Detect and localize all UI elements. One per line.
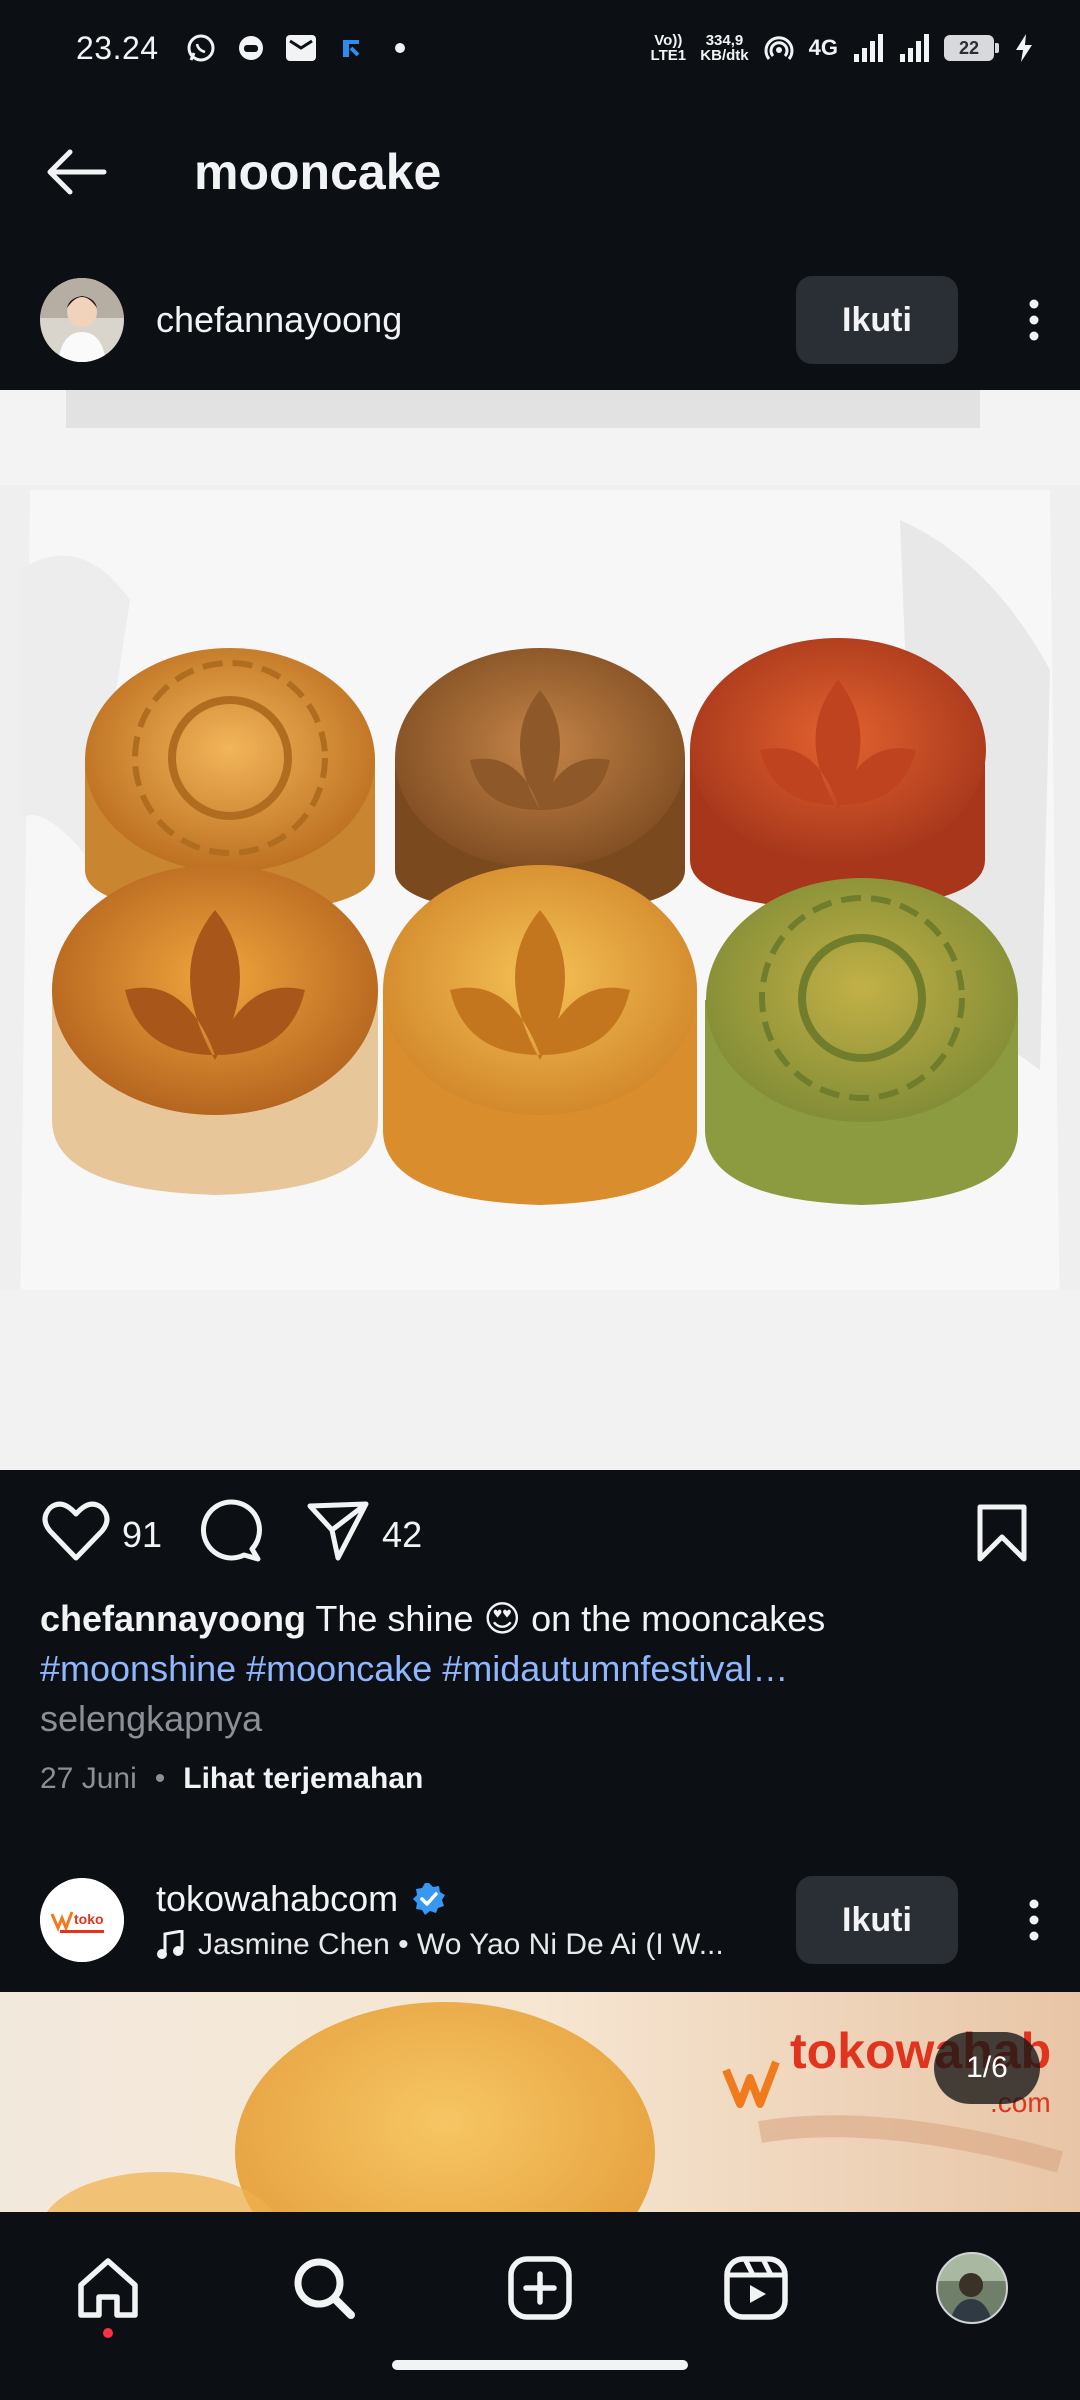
home-notification-dot [103, 2328, 113, 2338]
user-block-1: chefannayoong [156, 299, 402, 341]
blue-app-icon [335, 32, 367, 64]
post-username[interactable]: chefannayoong [156, 299, 402, 341]
like-action: 91 [42, 1500, 162, 1571]
vertical-dots-icon [1029, 1899, 1039, 1941]
post-date: 27 Juni [40, 1762, 137, 1795]
post2-username-text[interactable]: tokowahabcom [156, 1878, 398, 1920]
profile-avatar [936, 2252, 1008, 2324]
avatar-tokowahabcom[interactable]: toko [40, 1878, 124, 1962]
comment-button[interactable] [198, 1498, 263, 1572]
caption-username[interactable]: chefannayoong [40, 1598, 306, 1639]
follow-button[interactable]: Ikuti [796, 276, 958, 364]
home-gesture-bar[interactable] [392, 2360, 688, 2370]
app-notification-icon [235, 32, 267, 64]
like-button[interactable] [42, 1500, 110, 1571]
top-app-bar: mooncake [0, 120, 1080, 224]
post-caption: chefannayoong The shine 😍 on the mooncak… [40, 1594, 1040, 1744]
charging-icon [1008, 32, 1040, 64]
reels-icon [724, 2256, 788, 2320]
signal-icon-1 [852, 32, 884, 64]
mail-icon [285, 32, 317, 64]
post-photo-mooncakes[interactable] [0, 390, 1080, 1470]
nav-create[interactable] [496, 2244, 584, 2332]
post-header-2: toko tokowahabcom Jasmine Chen • Wo Yao … [0, 1865, 1080, 1975]
bookmark-icon [977, 1504, 1027, 1561]
music-title: Jasmine Chen • Wo Yao Ni De Ai (I W... [198, 1928, 724, 1961]
comment-action [198, 1498, 263, 1572]
nav-profile[interactable] [928, 2244, 1016, 2332]
post-meta: 27 Juni • Lihat terjemahan [40, 1762, 423, 1796]
see-translation-link[interactable]: Lihat terjemahan [183, 1762, 423, 1796]
caption-emoji: 😍 [483, 1598, 522, 1639]
caption-text: The shine [315, 1598, 474, 1639]
heart-icon [42, 1501, 110, 1560]
more-notifications-dot [394, 43, 405, 53]
status-bar: 23.24 Vo)) LTE1 334,9 KB/dtk 4G 22 [0, 0, 1080, 96]
post-username-2: tokowahabcom [156, 1878, 724, 1920]
caption-text-2: on the mooncakes [531, 1598, 826, 1639]
like-count[interactable]: 91 [122, 1514, 162, 1556]
post-photo-2[interactable]: tokowahab .com 1/6 [0, 1992, 1080, 2212]
network-speed: 334,9 KB/dtk [700, 33, 748, 63]
see-more-link[interactable]: selengkapnya [40, 1698, 262, 1739]
post-options-button-2[interactable] [1014, 1876, 1054, 1964]
vertical-dots-icon [1029, 299, 1039, 341]
network-speed-unit: KB/dtk [700, 47, 749, 64]
post-options-button[interactable] [1014, 276, 1054, 364]
back-button[interactable] [36, 132, 116, 212]
signal-icon-2 [898, 32, 930, 64]
arrow-left-icon [47, 149, 107, 195]
hotspot-icon [763, 32, 795, 64]
status-time: 23.24 [76, 29, 159, 66]
verified-badge-icon [413, 1883, 446, 1915]
save-button[interactable] [976, 1503, 1028, 1568]
mooncake-6 [705, 878, 1018, 1205]
battery-indicator: 22 [944, 35, 999, 61]
nav-home[interactable] [64, 2244, 152, 2338]
paper-plane-icon [307, 1501, 369, 1560]
share-button[interactable] [306, 1500, 370, 1571]
user-block-2: tokowahabcom Jasmine Chen • Wo Yao Ni De… [156, 1878, 724, 1962]
mooncake-4 [52, 865, 378, 1195]
share-count: 42 [382, 1514, 423, 1555]
page-title: mooncake [194, 144, 442, 200]
create-icon [508, 2256, 572, 2320]
caption-hashtags[interactable]: #moonshine #mooncake #midautumnfestival… [40, 1648, 788, 1689]
whatsapp-icon [185, 32, 217, 64]
post-header-1: chefannayoong Ikuti [0, 265, 1080, 375]
notification-icons [185, 32, 405, 64]
meta-separator: • [154, 1762, 166, 1795]
music-line[interactable]: Jasmine Chen • Wo Yao Ni De Ai (I W... [156, 1928, 724, 1962]
mooncake-5 [383, 865, 697, 1205]
avatar-chefannayoong[interactable] [40, 278, 124, 362]
music-note-icon [157, 1930, 184, 1959]
post-actions: 91 42 [0, 1490, 1080, 1580]
logo-lettering: toko [74, 1911, 104, 1927]
bottom-navigation [0, 2212, 1080, 2400]
system-indicators: Vo)) LTE1 334,9 KB/dtk 4G 22 [650, 32, 1040, 64]
home-icon [78, 2258, 138, 2318]
share-action: 42 [306, 1500, 422, 1571]
nav-search[interactable] [280, 2244, 368, 2332]
search-icon [294, 2258, 355, 2319]
comment-bubble-icon [201, 1498, 263, 1561]
network-type: 4G [808, 35, 838, 60]
mooncake-3 [690, 638, 986, 910]
volte-indicator: Vo)) LTE1 [650, 32, 687, 64]
nav-reels[interactable] [712, 2244, 800, 2332]
carousel-counter: 1/6 [934, 2032, 1040, 2104]
follow-button-2[interactable]: Ikuti [796, 1876, 958, 1964]
